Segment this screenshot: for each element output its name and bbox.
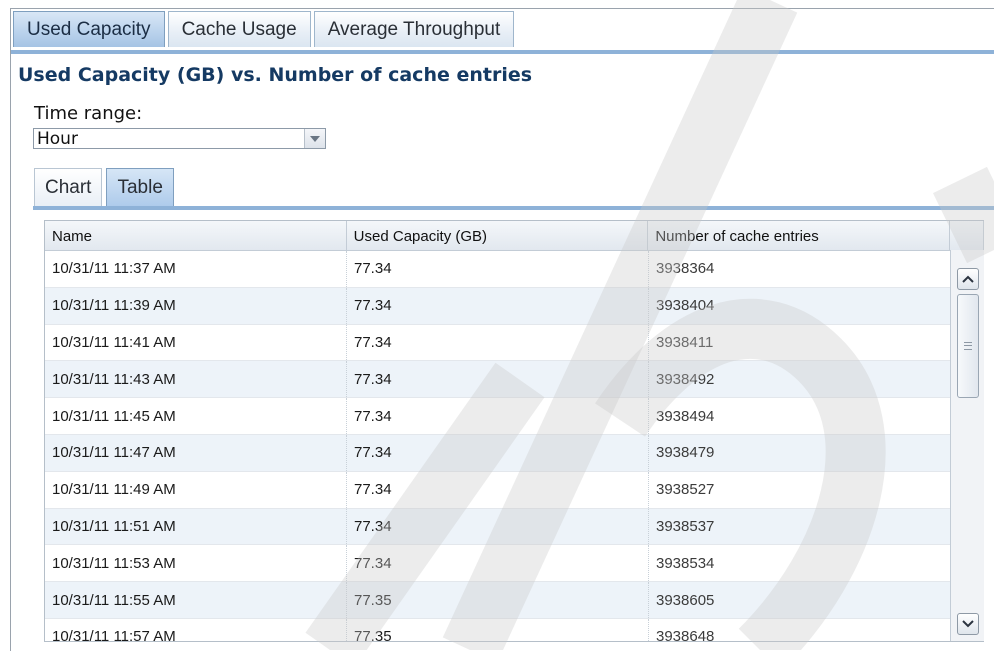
cell-used-capacity: 77.34 [347, 361, 649, 398]
cell-cache-entries: 3938605 [649, 582, 951, 618]
table-row[interactable]: 10/31/11 11:57 AM 77.35 3938648 [45, 618, 984, 641]
cell-cache-entries: 3938534 [649, 545, 951, 582]
table-row[interactable]: 10/31/11 11:55 AM 77.35 3938605 [45, 582, 984, 619]
column-header-name[interactable]: Name [45, 221, 347, 250]
cell-name: 10/31/11 11:43 AM [45, 361, 347, 398]
grip-icon [964, 342, 972, 350]
tab-chart[interactable]: Chart [34, 168, 103, 206]
cell-name: 10/31/11 11:45 AM [45, 398, 347, 434]
table-row[interactable]: 10/31/11 11:37 AM 77.34 3938364 [45, 251, 984, 288]
scroll-down-button[interactable] [957, 613, 979, 635]
cell-name: 10/31/11 11:57 AM [45, 618, 347, 641]
table-row[interactable]: 10/31/11 11:47 AM 77.34 3938479 [45, 434, 984, 472]
chevron-down-icon [310, 135, 320, 142]
column-header-spacer [950, 221, 984, 250]
cell-used-capacity: 77.34 [347, 508, 649, 545]
tab-average-throughput[interactable]: Average Throughput [313, 11, 515, 47]
table-row[interactable]: 10/31/11 11:45 AM 77.34 3938494 [45, 398, 984, 435]
cell-used-capacity: 77.35 [347, 618, 649, 641]
table-body: 10/31/11 11:37 AM 77.34 3938364 10/31/11 11… [45, 251, 984, 641]
cell-cache-entries: 3938494 [649, 398, 951, 434]
cell-cache-entries: 3938411 [649, 324, 951, 361]
column-header-used-capacity[interactable]: Used Capacity (GB) [347, 221, 649, 250]
table-row[interactable]: 10/31/11 11:53 AM 77.34 3938534 [45, 545, 984, 583]
cell-used-capacity: 77.34 [347, 545, 649, 582]
table-row[interactable]: 10/31/11 11:43 AM 77.34 3938492 [45, 361, 984, 399]
view-tab-bar: Chart Table [34, 168, 178, 206]
table-row[interactable]: 10/31/11 11:41 AM 77.34 3938411 [45, 324, 984, 362]
cell-name: 10/31/11 11:47 AM [45, 434, 347, 471]
cell-used-capacity: 77.35 [347, 582, 649, 618]
cell-name: 10/31/11 11:37 AM [45, 251, 347, 287]
cell-name: 10/31/11 11:41 AM [45, 324, 347, 361]
cell-cache-entries: 3938527 [649, 471, 951, 508]
dropdown-button[interactable] [304, 129, 325, 148]
scroll-up-button[interactable] [957, 268, 979, 290]
cell-name: 10/31/11 11:53 AM [45, 545, 347, 582]
cell-cache-entries: 3938537 [649, 508, 951, 545]
tab-cache-usage[interactable]: Cache Usage [167, 11, 311, 47]
cell-cache-entries: 3938648 [649, 618, 951, 641]
tab-used-capacity[interactable]: Used Capacity [13, 11, 165, 47]
cell-name: 10/31/11 11:51 AM [45, 508, 347, 545]
table-row[interactable]: 10/31/11 11:39 AM 77.34 3938404 [45, 287, 984, 325]
column-header-cache-entries[interactable]: Number of cache entries [648, 221, 951, 250]
cell-used-capacity: 77.34 [347, 324, 649, 361]
time-range-select[interactable]: Hour [33, 128, 326, 149]
cell-used-capacity: 77.34 [347, 471, 649, 508]
table-row[interactable]: 10/31/11 11:51 AM 77.34 3938537 [45, 508, 984, 546]
arrow-down-icon [962, 620, 974, 628]
view-tab-underline [33, 206, 994, 210]
cell-name: 10/31/11 11:39 AM [45, 287, 347, 324]
cell-name: 10/31/11 11:49 AM [45, 471, 347, 508]
vertical-scrollbar[interactable] [950, 250, 984, 641]
cell-cache-entries: 3938404 [649, 287, 951, 324]
cell-used-capacity: 77.34 [347, 398, 649, 434]
cell-name: 10/31/11 11:55 AM [45, 582, 347, 618]
time-range-label: Time range: [34, 103, 143, 124]
cell-used-capacity: 77.34 [347, 434, 649, 471]
table-row[interactable]: 10/31/11 11:49 AM 77.34 3938527 [45, 471, 984, 509]
cell-cache-entries: 3938364 [649, 251, 951, 287]
scroll-thumb[interactable] [957, 294, 979, 398]
data-table: Name Used Capacity (GB) Number of cache … [44, 220, 984, 642]
cell-cache-entries: 3938479 [649, 434, 951, 471]
cell-used-capacity: 77.34 [347, 251, 649, 287]
cell-used-capacity: 77.34 [347, 287, 649, 324]
tab-bar-underline [11, 50, 994, 54]
page-title: Used Capacity (GB) vs. Number of cache e… [18, 64, 533, 86]
cell-cache-entries: 3938492 [649, 361, 951, 398]
arrow-up-icon [962, 275, 974, 283]
table-header: Name Used Capacity (GB) Number of cache … [45, 221, 984, 251]
tab-table[interactable]: Table [106, 168, 174, 206]
top-tab-bar: Used Capacity Cache Usage Average Throug… [13, 11, 517, 49]
time-range-value: Hour [37, 128, 78, 149]
